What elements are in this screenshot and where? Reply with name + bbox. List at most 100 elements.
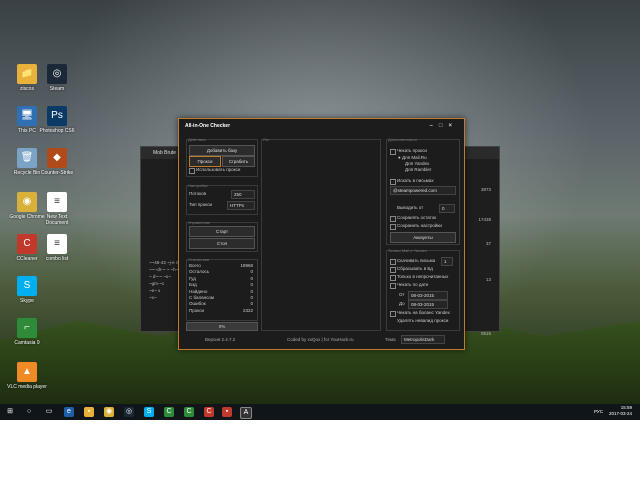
stat-row: Прокси 2322 <box>189 308 253 314</box>
desktop-icon[interactable]: ≡ New Text Document <box>36 192 78 226</box>
desktop-icon-image: 🖥 <box>17 106 37 126</box>
search-in-mail-input[interactable]: @steampowered.com <box>390 186 456 195</box>
desktop-icon-label: VLC media player <box>7 384 47 390</box>
stop-button[interactable]: Стоп <box>189 238 255 249</box>
background-window-number: 17438 <box>478 217 491 222</box>
log-group-label: Лог <box>263 137 270 142</box>
start-windows-icon[interactable]: ⊞ <box>5 407 15 417</box>
background-window-number: 0515 <box>480 331 491 336</box>
window-controls[interactable]: –□× <box>430 119 458 133</box>
search-icon[interactable]: ○ <box>24 407 34 417</box>
desktop-icon-label: combo list <box>45 256 69 262</box>
only-unread-checkbox[interactable] <box>390 275 396 281</box>
desktop-icon[interactable]: Ps Photoshop CS6 <box>36 106 78 134</box>
app-red-icon[interactable]: C <box>204 407 214 417</box>
threads-label: Потоков <box>189 191 207 196</box>
desktop-icon-image: ≡ <box>47 234 67 254</box>
check-proxy-checkbox[interactable] <box>390 149 396 155</box>
download-letters-checkbox[interactable] <box>390 259 396 265</box>
actions-group-label: Действия <box>188 137 206 142</box>
skype-icon[interactable]: S <box>144 407 154 417</box>
save-rest-checkbox[interactable] <box>390 216 396 222</box>
edge-icon[interactable]: e <box>64 407 74 417</box>
clock-date: 2017-03-24 <box>608 411 632 416</box>
language-indicator[interactable]: РУС <box>594 409 603 415</box>
progress-text: 0% <box>218 324 226 329</box>
desktop-icon[interactable]: ⌐ Camtasia 9 <box>6 318 48 346</box>
save-settings-label: Сохранить настройки <box>397 223 442 228</box>
throw-to-bd-checkbox[interactable] <box>390 267 396 273</box>
use-proxy-checkbox[interactable] <box>189 168 195 174</box>
task-view-icon[interactable]: ▭ <box>44 407 54 417</box>
check-yandex-balance-checkbox[interactable] <box>390 311 396 317</box>
desktop-icon[interactable]: ◆ Counter-Strike <box>36 148 78 176</box>
desktop-icon-image: 📁 <box>17 64 37 84</box>
desktop-icon-label: Photoshop CS6 <box>39 128 75 134</box>
search-in-mail-label: Искать в письмах <box>397 178 434 183</box>
output-from-label: Выводить от <box>397 205 424 210</box>
check-proxy-label: Чекать прокси <box>397 148 427 153</box>
theme-select[interactable]: MetropolisDark <box>401 335 445 344</box>
desktop-icon[interactable]: S Skype <box>6 276 48 304</box>
extra-group-label: Дополнительно <box>388 137 417 142</box>
app-red2-icon[interactable]: ▪ <box>222 407 232 417</box>
download-letters-input[interactable]: 1 <box>441 257 453 266</box>
stats-list: Всего 18968 Осталось 0 Гуд 0 Бэд 0 Найдено 0 С бал… <box>189 263 253 314</box>
download-letters-label: Скачивать письма <box>397 258 436 263</box>
from-date-label: От <box>399 292 405 297</box>
output-from-input[interactable]: 0 <box>439 204 455 213</box>
mail-yandex-group-label: Только Mail и Yandex <box>388 248 427 253</box>
steam-icon[interactable]: ◎ <box>124 407 134 417</box>
close-icon[interactable]: × <box>448 123 458 129</box>
taskbar: ⊞ ○ ▭ e ▪ ◉ ◎ S C C C ▪ A 15:59 2017-03-… <box>0 404 640 420</box>
desktop-icon-image: Ps <box>47 106 67 126</box>
add-base-button[interactable]: Добавить базу <box>189 145 255 156</box>
checker-taskbar-icon[interactable]: A <box>240 407 252 419</box>
use-proxy-label: Использовать прокси <box>196 167 241 172</box>
app-title-bar[interactable]: All-in-One Checker –□× <box>179 119 464 133</box>
accounts-button[interactable]: Аккаунты <box>390 232 456 243</box>
app-window[interactable]: All-in-One Checker –□× Действия Добавить… <box>178 118 465 350</box>
desktop-icon-image: S <box>17 276 37 296</box>
chrome-icon[interactable]: ◉ <box>104 407 114 417</box>
coded-by-text: Coded by xxQox | for YouHack.ru <box>287 337 354 342</box>
settings-group-label: Настройки <box>188 183 208 188</box>
desktop-icon[interactable]: ≡ combo list <box>36 234 78 262</box>
desktop-icon-label: Steam <box>49 86 65 92</box>
desktop-icon-label: New Text Document <box>45 214 69 226</box>
save-rest-label: Сохранять остаток <box>397 215 437 220</box>
bottom-blank <box>0 420 640 480</box>
proxy-type-select[interactable]: HTTPs <box>227 201 255 210</box>
control-group-label: Управление <box>188 220 211 225</box>
minimize-icon[interactable]: – <box>430 123 439 129</box>
grab-button[interactable]: Сграбить <box>222 156 255 167</box>
desktop-icon[interactable]: ▲ VLC media player <box>6 362 48 390</box>
desktop-icon[interactable]: ◎ Steam <box>36 64 78 92</box>
clock[interactable]: 15:59 2017-03-24 <box>609 405 632 417</box>
desktop-icon-label: Skype <box>20 298 34 304</box>
start-button[interactable]: Старт <box>189 226 255 237</box>
background-window-number: 3873 <box>480 187 491 192</box>
threads-input[interactable]: 250 <box>231 190 255 199</box>
desktop-icon-label: Camtasia 9 <box>14 340 40 346</box>
desktop-icon-image: C <box>17 234 37 254</box>
to-date-label: До <box>399 301 405 306</box>
theme-label: Тема <box>385 337 396 342</box>
camtasia-icon[interactable]: C <box>164 407 174 417</box>
stat-label: Прокси <box>189 307 205 313</box>
desktop-icon-image: ◉ <box>17 192 37 212</box>
log-panel[interactable] <box>261 139 381 331</box>
radio-rambler[interactable]: Для Rambler <box>405 167 431 173</box>
app-title: All-in-One Checker <box>185 123 231 129</box>
check-by-date-checkbox[interactable] <box>390 283 396 289</box>
desktop-icon-image: 🗑 <box>17 148 37 168</box>
desktop-icon-image: ⌐ <box>17 318 37 338</box>
folder-icon[interactable]: ▪ <box>84 407 94 417</box>
camtasia-recorder-icon[interactable]: C <box>184 407 194 417</box>
proxy-button[interactable]: Прокси <box>189 156 221 167</box>
to-date-input[interactable]: 08-03-2015 <box>408 300 448 309</box>
desktop-icon-label: Counter-Strike <box>40 170 74 176</box>
search-in-mail-checkbox[interactable] <box>390 179 396 185</box>
save-settings-checkbox[interactable] <box>390 224 396 230</box>
from-date-input[interactable]: 08-03-2015 <box>408 291 448 300</box>
